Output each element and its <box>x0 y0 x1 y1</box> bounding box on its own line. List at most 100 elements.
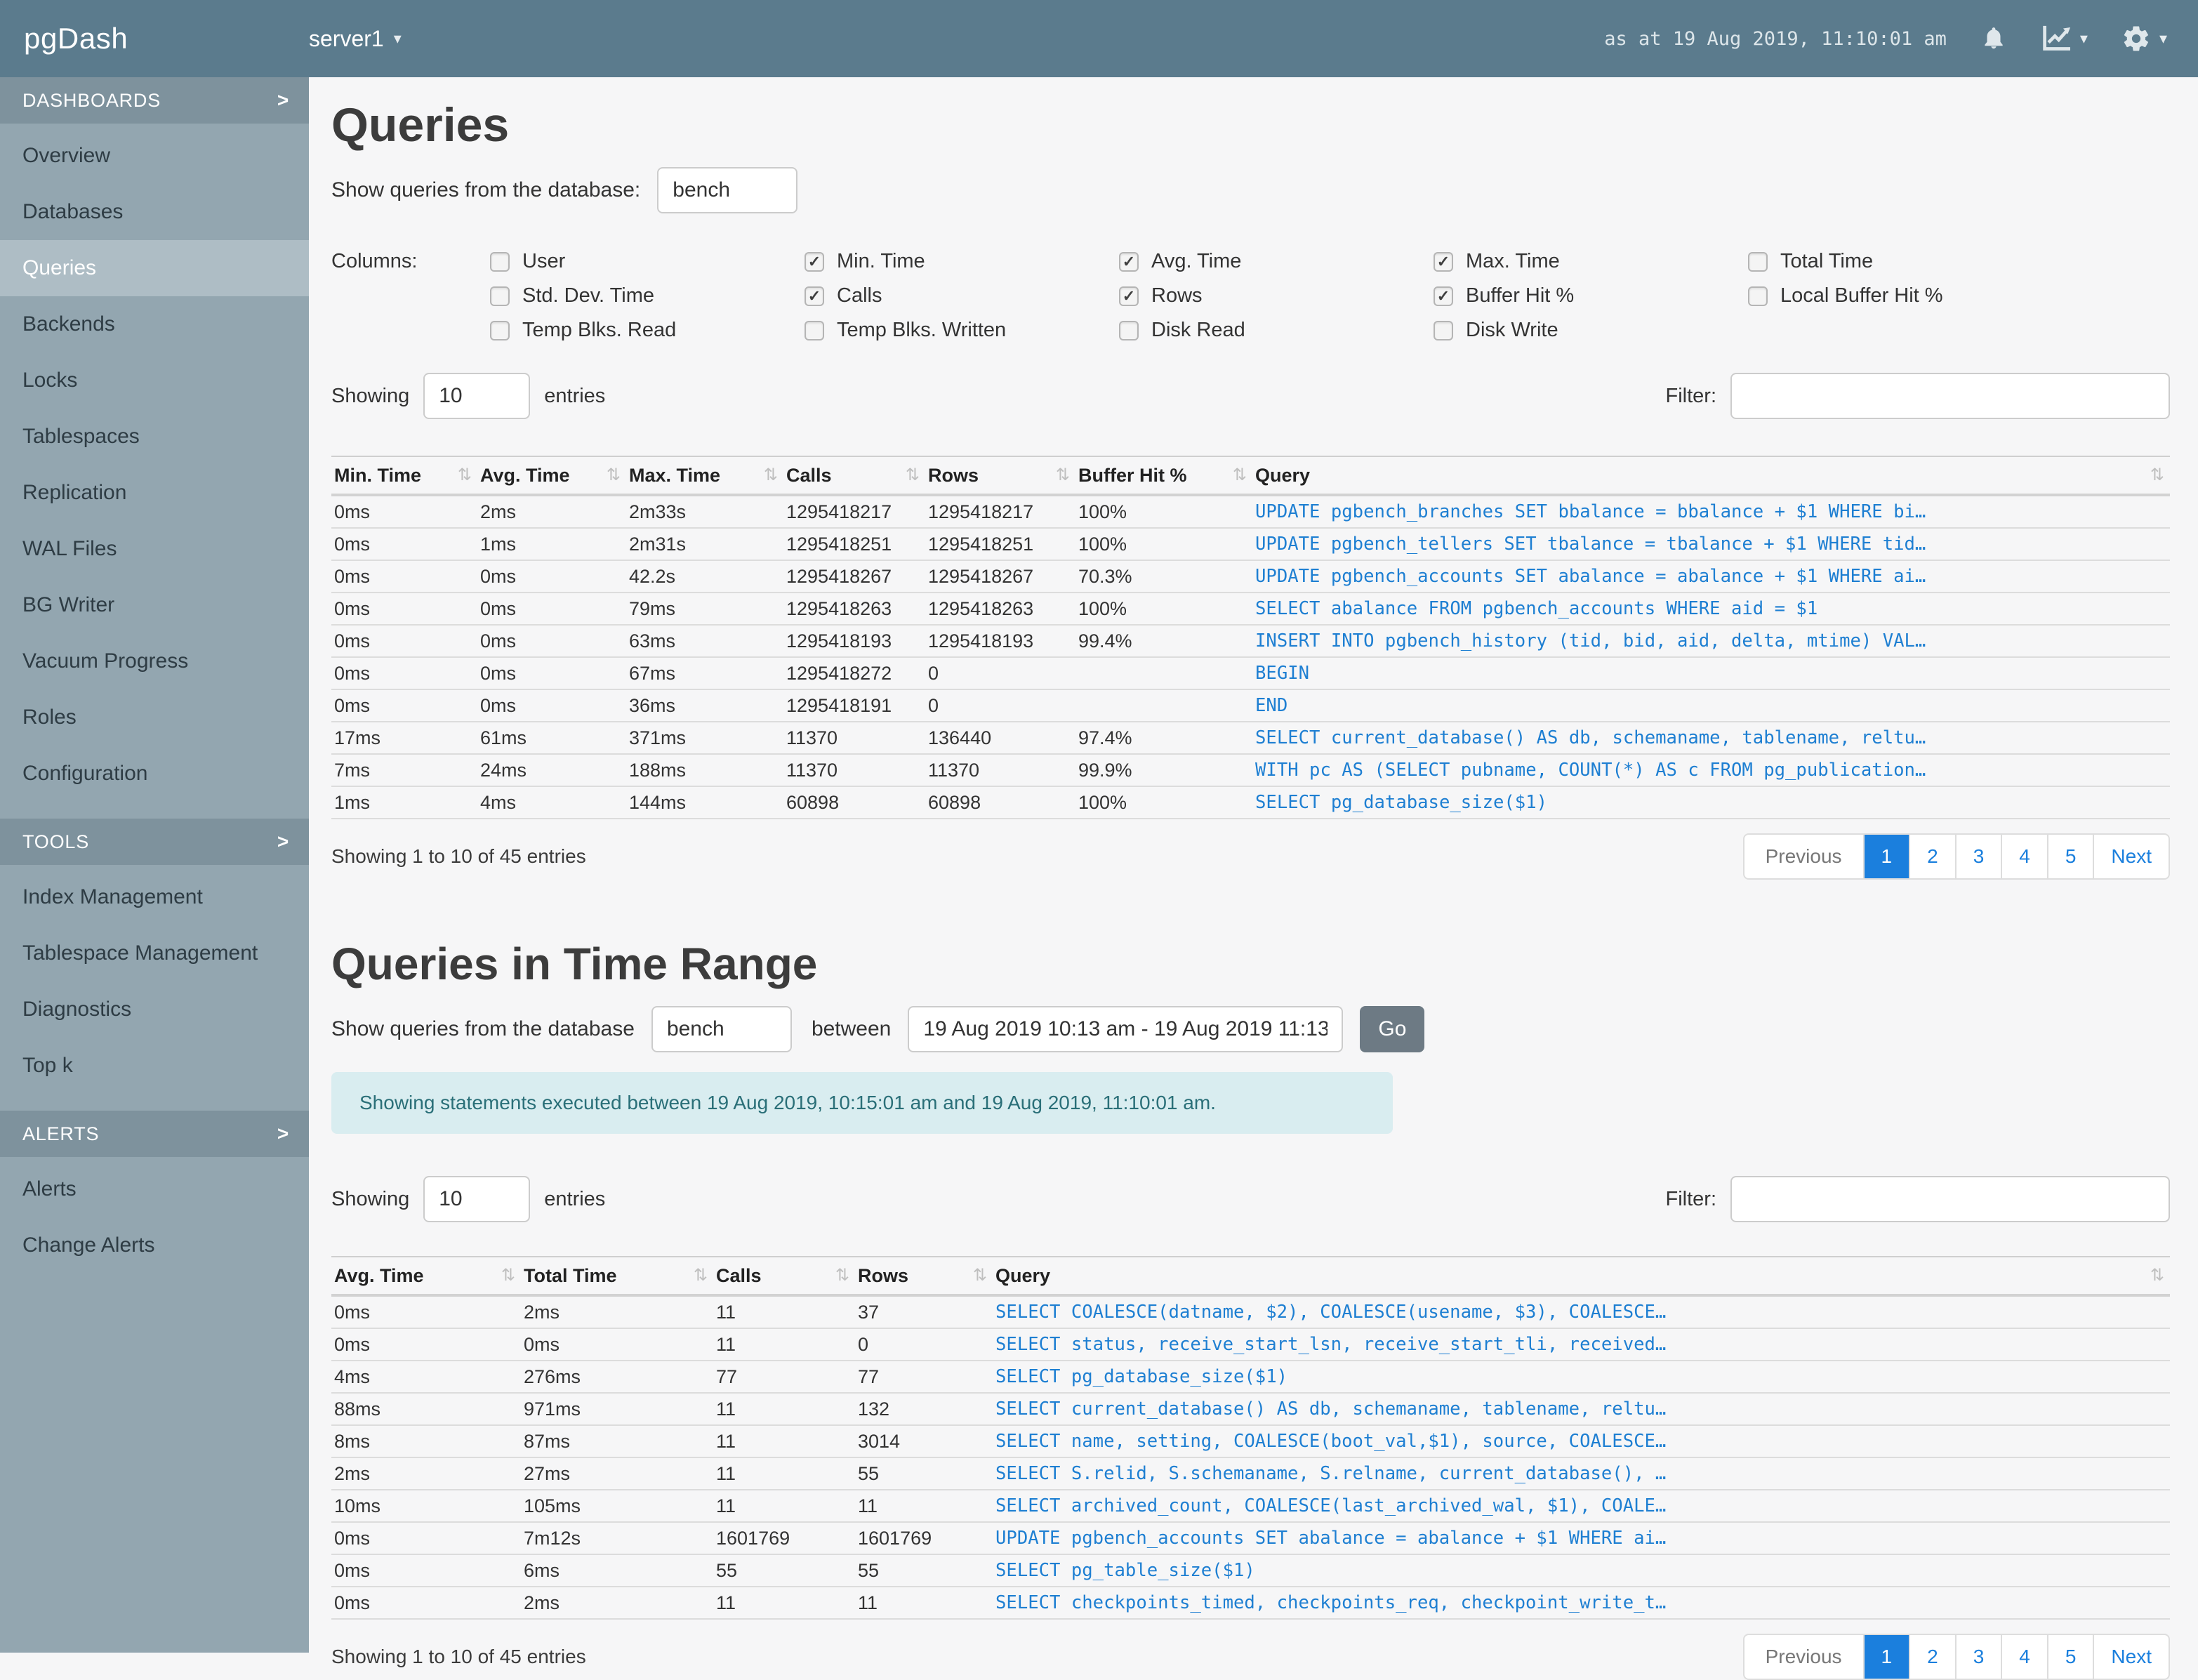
filter-input-2[interactable] <box>1730 1176 2170 1222</box>
pagination-next[interactable]: Next <box>2093 835 2169 878</box>
entries-count-input[interactable] <box>423 373 531 419</box>
sidebar-item-replication[interactable]: Replication <box>0 465 309 521</box>
column-header-calls[interactable]: ⇅ Calls <box>713 1256 855 1297</box>
database-input-2[interactable] <box>651 1006 792 1052</box>
query-link[interactable]: WITH pc AS (SELECT pubname, COUNT(*) AS … <box>1252 754 2170 787</box>
sidebar-section-alerts[interactable]: ALERTS > <box>0 1111 309 1157</box>
query-link[interactable]: SELECT current_database() AS db, scheman… <box>1252 722 2170 755</box>
query-link[interactable]: UPDATE pgbench_accounts SET abalance = a… <box>1252 560 2170 593</box>
entries-count-input-2[interactable] <box>423 1176 531 1222</box>
sidebar-item-vacuum-progress[interactable]: Vacuum Progress <box>0 633 309 689</box>
query-link[interactable]: UPDATE pgbench_branches SET bbalance = b… <box>1252 495 2170 529</box>
checkbox-checked-icon[interactable]: ✓ <box>1119 251 1139 272</box>
query-link[interactable]: BEGIN <box>1252 657 2170 690</box>
column-toggle-disk-read[interactable]: Disk Read <box>1119 319 1434 342</box>
sidebar-item-change-alerts[interactable]: Change Alerts <box>0 1217 309 1274</box>
sidebar-item-roles[interactable]: Roles <box>0 689 309 746</box>
column-toggle-total-time[interactable]: Total Time <box>1748 250 2063 273</box>
checkbox-checked-icon[interactable]: ✓ <box>805 251 824 272</box>
checkbox-checked-icon[interactable]: ✓ <box>1434 286 1453 306</box>
sidebar-section-dashboards[interactable]: DASHBOARDS > <box>0 77 309 124</box>
sidebar-item-bg-writer[interactable]: BG Writer <box>0 577 309 633</box>
sidebar-item-queries[interactable]: Queries <box>0 240 309 296</box>
checkbox-unchecked-icon[interactable] <box>805 320 824 340</box>
pagination-next[interactable]: Next <box>2093 1635 2169 1679</box>
sidebar-item-tablespaces[interactable]: Tablespaces <box>0 409 309 465</box>
query-link[interactable]: SELECT COALESCE(datname, $2), COALESCE(u… <box>993 1295 2170 1329</box>
pagination-page-3[interactable]: 3 <box>1954 1635 2001 1679</box>
checkbox-checked-icon[interactable]: ✓ <box>1119 286 1139 306</box>
sidebar-item-alerts[interactable]: Alerts <box>0 1161 309 1217</box>
query-link[interactable]: SELECT current_database() AS db, scheman… <box>993 1393 2170 1426</box>
column-toggle-std-dev-time[interactable]: Std. Dev. Time <box>490 284 805 307</box>
pagination-page-2[interactable]: 2 <box>1909 835 1955 878</box>
query-link[interactable]: INSERT INTO pgbench_history (tid, bid, a… <box>1252 625 2170 658</box>
notifications-button[interactable] <box>1980 24 2007 53</box>
pagination-page-3[interactable]: 3 <box>1954 835 2001 878</box>
column-toggle-calls[interactable]: ✓ Calls <box>805 284 1119 307</box>
filter-input[interactable] <box>1730 373 2170 419</box>
sidebar-item-databases[interactable]: Databases <box>0 184 309 240</box>
sidebar-item-configuration[interactable]: Configuration <box>0 746 309 802</box>
checkbox-checked-icon[interactable]: ✓ <box>1434 251 1453 272</box>
query-link[interactable]: SELECT S.relid, S.schemaname, S.relname,… <box>993 1457 2170 1490</box>
server-selector[interactable]: server1 ▾ <box>309 26 402 52</box>
checkbox-unchecked-icon[interactable] <box>1748 251 1768 272</box>
query-link[interactable]: SELECT pg_database_size($1) <box>993 1361 2170 1394</box>
pagination-page-1[interactable]: 1 <box>1862 835 1909 878</box>
pagination-page-4[interactable]: 4 <box>2001 1635 2047 1679</box>
column-header-rows[interactable]: ⇅ Rows <box>925 456 1075 496</box>
column-header-query[interactable]: ⇅ Query <box>993 1256 2170 1297</box>
column-header-calls[interactable]: ⇅ Calls <box>783 456 925 496</box>
column-header-avg-time[interactable]: ⇅ Avg. Time <box>477 456 626 496</box>
pagination-page-1[interactable]: 1 <box>1862 1635 1909 1679</box>
analytics-menu[interactable]: ▾ <box>2041 25 2088 53</box>
sidebar-item-top-k[interactable]: Top k <box>0 1038 309 1094</box>
column-toggle-user[interactable]: User <box>490 250 805 273</box>
checkbox-unchecked-icon[interactable] <box>490 320 510 340</box>
sidebar-section-tools[interactable]: TOOLS > <box>0 819 309 865</box>
column-toggle-rows[interactable]: ✓ Rows <box>1119 284 1434 307</box>
database-input[interactable] <box>657 167 798 213</box>
column-toggle-temp-blks-written[interactable]: Temp Blks. Written <box>805 319 1119 342</box>
query-link[interactable]: END <box>1252 689 2170 722</box>
query-link[interactable]: SELECT name, setting, COALESCE(boot_val,… <box>993 1425 2170 1458</box>
pagination-previous[interactable]: Previous <box>1745 835 1863 878</box>
pagination-page-5[interactable]: 5 <box>2046 1635 2093 1679</box>
sidebar-item-backends[interactable]: Backends <box>0 296 309 352</box>
query-link[interactable]: SELECT checkpoints_timed, checkpoints_re… <box>993 1587 2170 1620</box>
column-header-min-time[interactable]: ⇅ Min. Time <box>331 456 477 496</box>
column-header-query[interactable]: ⇅ Query <box>1252 456 2170 496</box>
query-link[interactable]: SELECT pg_database_size($1) <box>1252 786 2170 819</box>
column-toggle-local-buffer-hit[interactable]: Local Buffer Hit % <box>1748 284 2063 307</box>
checkbox-unchecked-icon[interactable] <box>1119 320 1139 340</box>
checkbox-unchecked-icon[interactable] <box>490 286 510 306</box>
checkbox-unchecked-icon[interactable] <box>1434 320 1453 340</box>
time-range-input[interactable] <box>908 1006 1344 1052</box>
pagination-previous[interactable]: Previous <box>1745 1635 1863 1679</box>
settings-menu[interactable]: ▾ <box>2121 24 2167 53</box>
column-toggle-disk-write[interactable]: Disk Write <box>1434 319 1748 342</box>
query-link[interactable]: SELECT abalance FROM pgbench_accounts WH… <box>1252 593 2170 626</box>
sidebar-item-locks[interactable]: Locks <box>0 352 309 409</box>
checkbox-checked-icon[interactable]: ✓ <box>805 286 824 306</box>
column-toggle-min-time[interactable]: ✓ Min. Time <box>805 250 1119 273</box>
query-link[interactable]: SELECT archived_count, COALESCE(last_arc… <box>993 1490 2170 1523</box>
column-header-buffer-hit[interactable]: ⇅ Buffer Hit % <box>1075 456 1252 496</box>
query-link[interactable]: UPDATE pgbench_tellers SET tbalance = tb… <box>1252 528 2170 561</box>
sidebar-item-wal-files[interactable]: WAL Files <box>0 521 309 577</box>
column-toggle-max-time[interactable]: ✓ Max. Time <box>1434 250 1748 273</box>
checkbox-unchecked-icon[interactable] <box>1748 286 1768 306</box>
sidebar-item-diagnostics[interactable]: Diagnostics <box>0 981 309 1038</box>
go-button[interactable]: Go <box>1360 1006 1425 1052</box>
column-header-avg-time[interactable]: ⇅ Avg. Time <box>331 1256 521 1297</box>
column-toggle-avg-time[interactable]: ✓ Avg. Time <box>1119 250 1434 273</box>
query-link[interactable]: UPDATE pgbench_accounts SET abalance = a… <box>993 1522 2170 1555</box>
column-header-rows[interactable]: ⇅ Rows <box>855 1256 993 1297</box>
checkbox-unchecked-icon[interactable] <box>490 251 510 272</box>
query-link[interactable]: SELECT pg_table_size($1) <box>993 1554 2170 1587</box>
column-toggle-buffer-hit[interactable]: ✓ Buffer Hit % <box>1434 284 1748 307</box>
pagination-page-4[interactable]: 4 <box>2001 835 2047 878</box>
pagination-page-2[interactable]: 2 <box>1909 1635 1955 1679</box>
column-header-total-time[interactable]: ⇅ Total Time <box>521 1256 713 1297</box>
